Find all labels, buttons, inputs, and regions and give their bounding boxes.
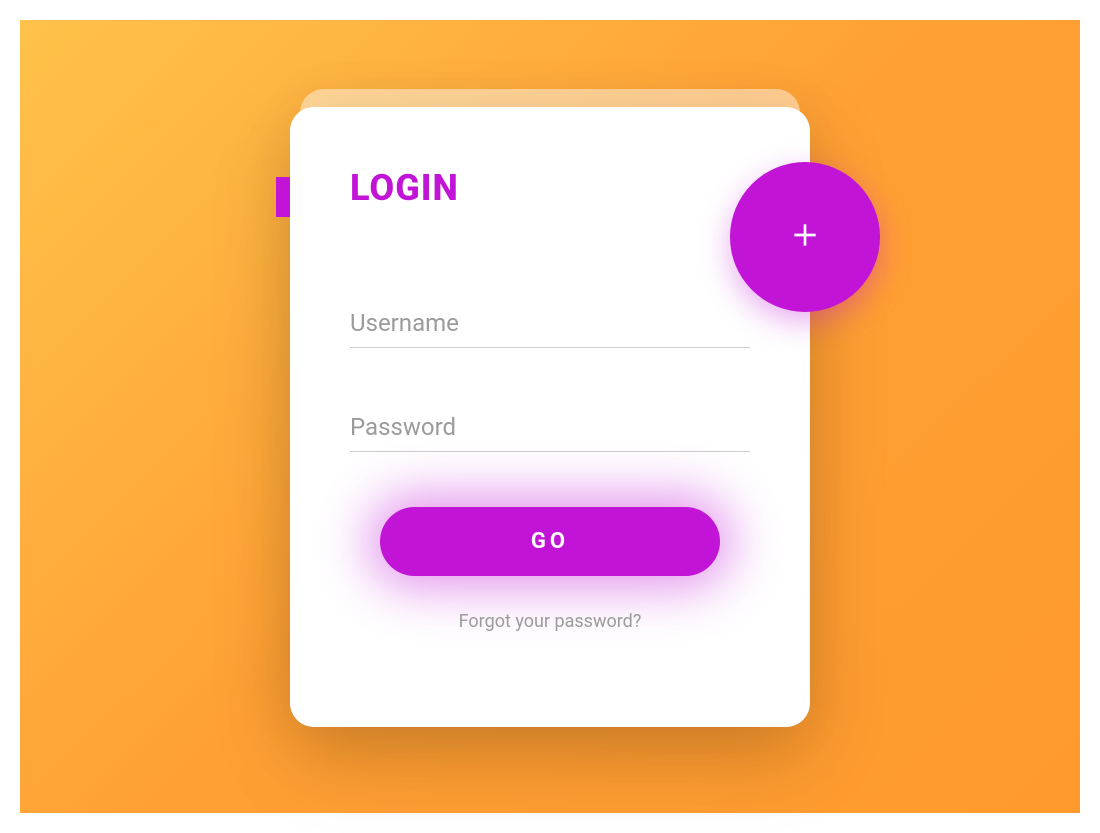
plus-icon [789,219,821,255]
forgot-password-link[interactable]: Forgot your password? [350,611,750,632]
login-card: LOGIN GO Forgot your password? [290,107,810,727]
submit-button[interactable]: GO [380,507,720,576]
submit-wrap: GO [350,507,750,576]
password-field-wrap [350,403,750,452]
background-stage: LOGIN GO Forgot your password? [20,20,1080,813]
password-input[interactable] [350,403,750,452]
username-input[interactable] [350,299,750,348]
accent-bar [276,177,290,217]
username-field-wrap [350,299,750,348]
add-button[interactable] [730,162,880,312]
login-card-stack: LOGIN GO Forgot your password? [290,107,810,727]
login-title: LOGIN [350,167,750,209]
